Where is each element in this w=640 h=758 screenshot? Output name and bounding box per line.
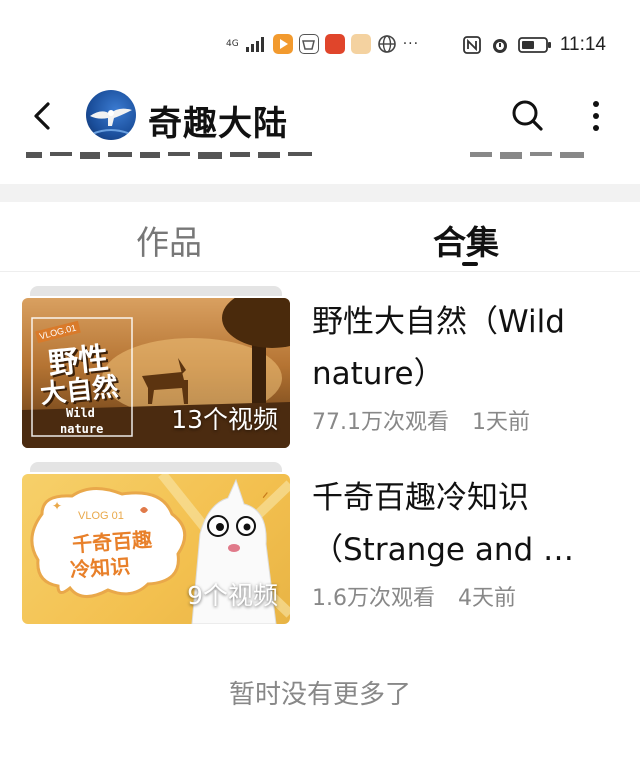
- cover-subtitle-line-2: nature: [60, 422, 104, 436]
- avatar[interactable]: [86, 90, 136, 140]
- status-overflow-dots: ···: [402, 36, 420, 52]
- video-count: 13个视频: [171, 405, 278, 434]
- status-right-icons: 11:14: [462, 34, 606, 56]
- collection-item[interactable]: ᐟ ✦ VLOG 01 千奇百趣 冷知识 9个视频 千奇百趣冷知识（Strang…: [0, 462, 640, 624]
- app-header: 奇趣大陆: [0, 78, 640, 152]
- collection-meta: 1.6万次观看 4天前: [312, 580, 622, 612]
- battery-icon: [517, 37, 551, 53]
- alarm-icon: [492, 39, 507, 53]
- game-app-icon: [350, 34, 371, 54]
- clock: 11:14: [559, 34, 606, 55]
- cover-title-line-2: 冷知识: [69, 553, 131, 583]
- collection-thumbnail[interactable]: VLOG.01 野性 大自然 Wild nature 13个视频: [22, 286, 290, 448]
- more-vertical-icon[interactable]: [584, 96, 608, 136]
- active-tab-indicator: [462, 262, 478, 266]
- video-app-icon: [272, 34, 293, 54]
- end-of-list-text: 暂时没有更多了: [228, 680, 411, 710]
- svg-text:ᐟ: ᐟ: [262, 489, 269, 508]
- status-bar: 4G ··· 11:14: [0, 0, 640, 70]
- status-left-icons: 4G ···: [226, 34, 419, 54]
- section-divider: [0, 184, 640, 202]
- page-title: 奇趣大陆: [148, 104, 288, 144]
- stack-edge: [30, 286, 282, 296]
- collection-name[interactable]: 千奇百趣冷知识（Strange and …: [312, 472, 622, 576]
- updated-time: 1天前: [472, 410, 530, 435]
- wild-nature-cover: VLOG.01 野性 大自然 Wild nature 13个视频: [22, 298, 290, 448]
- back-icon[interactable]: [26, 96, 60, 136]
- collection-info[interactable]: 千奇百趣冷知识（Strange and … 1.6万次观看 4天前: [312, 472, 622, 612]
- collection-thumbnail[interactable]: ᐟ ✦ VLOG 01 千奇百趣 冷知识 9个视频: [22, 462, 290, 624]
- banner-cutoff-glyphs: [26, 152, 584, 159]
- network-type: 4G: [226, 38, 239, 49]
- strange-facts-cover: ᐟ ✦ VLOG 01 千奇百趣 冷知识 9个视频: [22, 474, 290, 624]
- stack-edge: [30, 462, 282, 472]
- tab-collections[interactable]: 合集: [433, 216, 499, 264]
- view-count: 1.6万次观看: [312, 586, 435, 611]
- scrolled-banner: [0, 152, 640, 184]
- svg-text:✦: ✦: [52, 499, 62, 513]
- shop-app-icon: [298, 34, 319, 54]
- updated-time: 4天前: [458, 586, 516, 611]
- collection-item[interactable]: VLOG.01 野性 大自然 Wild nature 13个视频 野性大自然（W…: [0, 286, 640, 448]
- video-count: 9个视频: [187, 581, 278, 610]
- cover-subtitle-line-1: Wild: [66, 406, 95, 420]
- collection-info[interactable]: 野性大自然（Wild nature） 77.1万次观看 1天前: [312, 296, 622, 436]
- collection-name[interactable]: 野性大自然（Wild nature）: [312, 296, 622, 400]
- news-app-icon: [324, 34, 345, 54]
- globe-icon: [377, 35, 396, 53]
- collection-meta: 77.1万次观看 1天前: [312, 404, 622, 436]
- tab-bar: 作品 合集: [0, 202, 640, 272]
- search-icon[interactable]: [508, 96, 548, 136]
- view-count: 77.1万次观看: [312, 410, 449, 435]
- signal-icon: [245, 37, 264, 52]
- nfc-icon: [462, 36, 481, 54]
- cover-badge: VLOG 01: [78, 510, 124, 522]
- eagle-icon: [90, 108, 132, 135]
- tab-works[interactable]: 作品: [136, 216, 202, 264]
